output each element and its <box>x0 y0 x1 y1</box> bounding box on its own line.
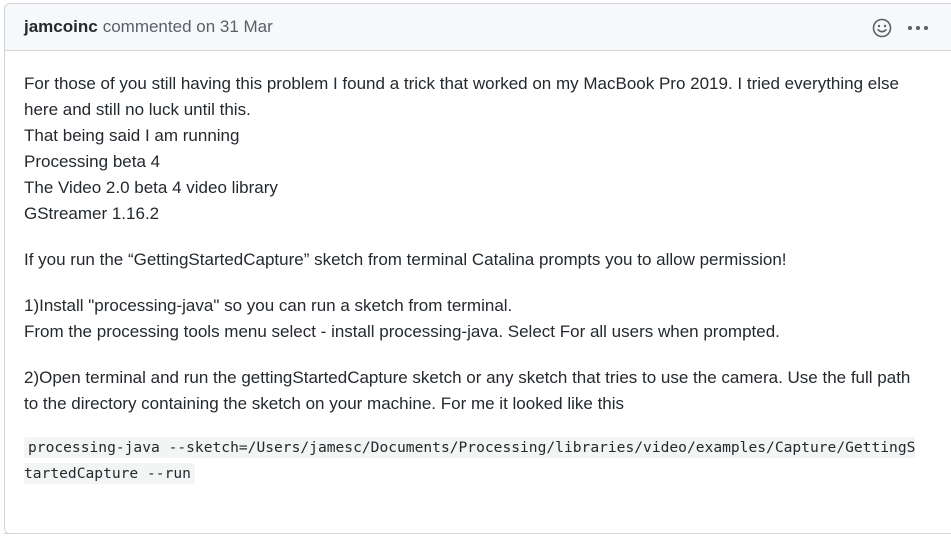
code-snippet[interactable]: processing-java --sketch=/Users/jamesc/D… <box>24 435 924 487</box>
comment-bottom-border <box>4 533 951 534</box>
comment-actions <box>869 15 931 41</box>
smiley-icon[interactable] <box>869 15 895 41</box>
comment-body: For those of you still having this probl… <box>5 51 951 487</box>
setup-line: The Video 2.0 beta 4 video library <box>24 178 278 197</box>
setup-line: Processing beta 4 <box>24 152 161 171</box>
step-2: 2)Open terminal and run the gettingStart… <box>24 368 911 413</box>
catalina-note: If you run the “GettingStartedCapture” s… <box>24 250 787 269</box>
kebab-horizontal-icon[interactable] <box>905 15 931 41</box>
comment-intro: For those of you still having this probl… <box>24 74 899 119</box>
setup-list: That being said I am running Processing … <box>24 123 945 227</box>
step-1-line-2: From the processing tools menu select - … <box>24 322 780 341</box>
comment-card: jamcoinc commented on 31 Mar For those o… <box>4 3 951 534</box>
step-1-line-1: 1)Install "processing-java" so you can r… <box>24 296 513 315</box>
comment-header: jamcoinc commented on 31 Mar <box>5 4 951 51</box>
comment-author[interactable]: jamcoinc <box>24 17 98 37</box>
setup-line: GStreamer 1.16.2 <box>24 204 160 223</box>
setup-line: That being said I am running <box>24 126 240 145</box>
code-text: processing-java --sketch=/Users/jamesc/D… <box>24 437 916 484</box>
step-1: 1)Install "processing-java" so you can r… <box>24 293 945 345</box>
comment-timestamp[interactable]: commented on 31 Mar <box>103 17 273 37</box>
